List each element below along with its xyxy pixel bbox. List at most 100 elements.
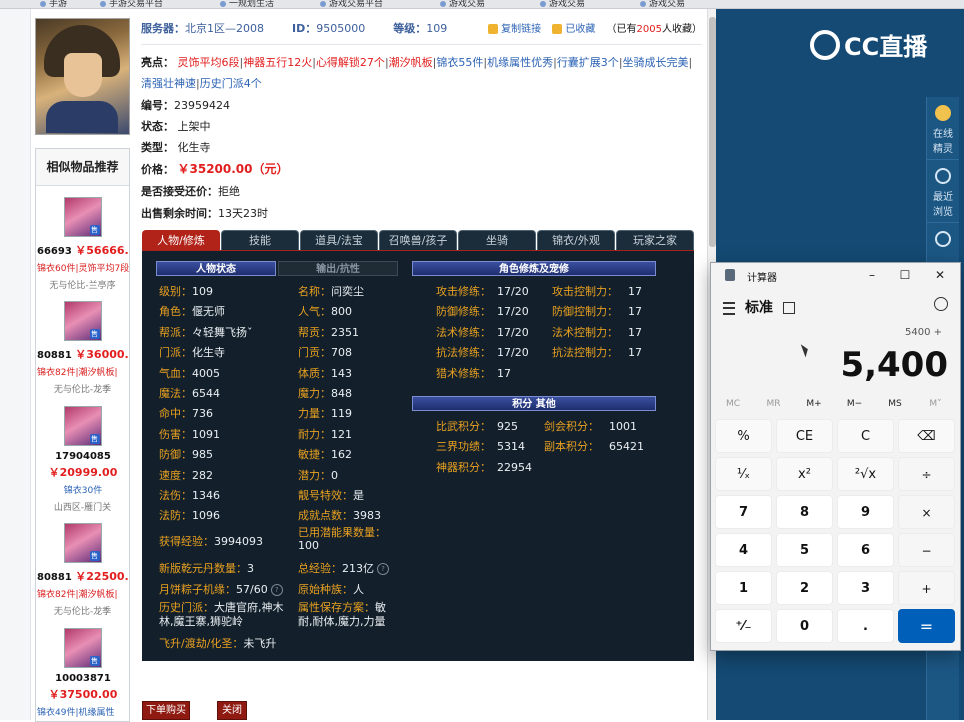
tab-items[interactable]: 道具/法宝 xyxy=(300,230,378,250)
highlight-tag[interactable]: 潮汐帆板 xyxy=(389,56,433,69)
item-thumbnail[interactable]: 售 xyxy=(63,628,102,668)
plus-button[interactable]: + xyxy=(898,571,955,605)
favorite-button[interactable]: 已收藏 xyxy=(552,24,595,35)
digit-8-button[interactable]: 8 xyxy=(776,495,833,529)
link-icon xyxy=(488,24,499,34)
reciprocal-button[interactable]: ¹⁄ₓ xyxy=(715,457,772,491)
cc-logo: CC直播 xyxy=(810,27,927,63)
keep-on-top-icon[interactable] xyxy=(783,302,795,314)
calculator-icon xyxy=(725,269,735,281)
backspace-button[interactable]: ⌫ xyxy=(898,419,955,453)
divide-button[interactable]: ÷ xyxy=(898,457,955,491)
digit-3-button[interactable]: 3 xyxy=(837,571,894,605)
maximize-icon[interactable]: ☐ xyxy=(894,267,916,283)
digit-4-button[interactable]: 4 xyxy=(715,533,772,567)
item-thumbnail[interactable]: 售 xyxy=(63,301,102,341)
browser-tab[interactable]: 游戏交易 xyxy=(440,0,485,8)
favicon-icon xyxy=(440,0,446,7)
browser-tab[interactable]: 游戏交易 xyxy=(640,0,685,8)
memory-button[interactable]: MS xyxy=(875,399,915,409)
square-button[interactable]: x² xyxy=(776,457,833,491)
highlight-tag[interactable]: 锦衣55件 xyxy=(436,56,483,69)
browser-tab[interactable]: 一规划生活 xyxy=(220,0,274,8)
highlight-tag[interactable]: 历史门派4个 xyxy=(200,77,262,90)
digit-7-button[interactable]: 7 xyxy=(715,495,772,529)
history-school-row: 历史门派：大唐官府,神木 林,魔王寨,狮驼岭 xyxy=(159,601,284,628)
digit-6-button[interactable]: 6 xyxy=(837,533,894,567)
minimize-icon[interactable]: – xyxy=(861,267,883,283)
close-button[interactable]: 关闭 xyxy=(217,701,247,720)
favicon-icon xyxy=(540,0,546,7)
highlight-tag[interactable]: 灵饰平均6段 xyxy=(178,56,240,69)
help-icon[interactable]: ? xyxy=(270,584,283,596)
sidebar-more-button[interactable] xyxy=(927,223,959,264)
browser-tab[interactable]: 手游交易平台 xyxy=(100,0,163,8)
stat-row: 耐力：121 xyxy=(298,427,352,441)
clear-button[interactable]: C xyxy=(837,419,894,453)
section-output-resist[interactable]: 输出/抗性 xyxy=(278,261,398,276)
sqrt-button[interactable]: ²√x xyxy=(837,457,894,491)
section-cultivation: 角色修炼及宠修 xyxy=(412,261,656,276)
highlight-tag[interactable]: 心得解锁27个 xyxy=(316,56,385,69)
digit-9-button[interactable]: 9 xyxy=(837,495,894,529)
memory-button[interactable]: M+ xyxy=(794,399,834,409)
decimal-button[interactable]: . xyxy=(837,609,894,643)
browser-tab[interactable]: 游戏交易平台 xyxy=(320,0,383,8)
menu-icon[interactable] xyxy=(723,301,735,315)
highlight-tag[interactable]: 坐骑成长完美 xyxy=(623,56,689,69)
total-exp-row: 总经验：213亿? xyxy=(298,560,389,576)
highlight-tag[interactable]: 清强壮神速 xyxy=(141,77,196,90)
tab-mounts[interactable]: 坐骑 xyxy=(458,230,536,250)
digit-0-button[interactable]: 0 xyxy=(776,609,833,643)
highlight-tag[interactable]: 神器五行12火 xyxy=(243,56,312,69)
copy-link-button[interactable]: 复制链接 xyxy=(488,24,541,35)
memory-button[interactable]: MR xyxy=(754,399,794,409)
tab-home[interactable]: 玩家之家 xyxy=(616,230,694,250)
memory-button[interactable]: M˅ xyxy=(916,399,956,409)
section-character-status[interactable]: 人物状态 xyxy=(156,261,276,276)
similar-item[interactable]: 售 66693 ￥56666.00 锦衣60件|灵饰平均7段 无与伦比-兰亭序 xyxy=(36,197,129,291)
tab-pets[interactable]: 召唤兽/孩子 xyxy=(379,230,457,250)
similar-item[interactable]: 售 17904085 ￥20999.00 锦衣30件 山西区-雁门关 xyxy=(36,406,129,513)
tab-outfits[interactable]: 锦衣/外观 xyxy=(537,230,615,250)
minus-button[interactable]: − xyxy=(898,533,955,567)
calculator-mode[interactable]: 标准 xyxy=(723,297,795,317)
tab-character[interactable]: 人物/修炼 xyxy=(142,230,220,250)
memory-button[interactable]: MC xyxy=(713,399,753,409)
browser-tab[interactable]: 手游 xyxy=(40,0,67,8)
multiply-button[interactable]: × xyxy=(898,495,955,529)
highlight-tag[interactable]: 机缘属性优秀 xyxy=(487,56,553,69)
memory-button[interactable]: M− xyxy=(835,399,875,409)
percent-button[interactable]: % xyxy=(715,419,772,453)
stat-row: 成就点数：3983 xyxy=(298,509,381,523)
similar-item[interactable]: 售 80881 ￥36000.00 锦衣82件|潮汐帆板| 无与伦比-龙季 xyxy=(36,301,129,395)
highlight-tag[interactable]: 行囊扩展3个 xyxy=(557,56,619,69)
item-thumbnail[interactable]: 售 xyxy=(63,197,102,237)
scrollbar-thumb[interactable] xyxy=(709,17,716,247)
history-icon[interactable] xyxy=(934,297,948,311)
online-sprite-button[interactable]: 在线 精灵 xyxy=(927,97,959,160)
recent-browse-button[interactable]: 最近 浏览 xyxy=(927,160,959,223)
digit-1-button[interactable]: 1 xyxy=(715,571,772,605)
help-icon[interactable]: ? xyxy=(377,563,389,575)
star-icon xyxy=(552,24,563,34)
stat-row: 帮贡：2351 xyxy=(298,325,359,339)
browser-tab[interactable]: 游戏交易 xyxy=(540,0,585,8)
item-thumbnail[interactable]: 售 xyxy=(63,406,102,446)
negate-button[interactable]: ⁺⁄₋ xyxy=(715,609,772,643)
stat-row: 角色：偃无师 xyxy=(159,305,225,319)
similar-item[interactable]: 售 10003871 ￥37500.00 锦衣49件|机缘属性 xyxy=(36,628,129,718)
equals-button[interactable]: = xyxy=(898,609,955,643)
close-icon[interactable]: ✕ xyxy=(929,267,951,283)
calculator-titlebar[interactable]: 计算器 – ☐ ✕ xyxy=(711,263,960,289)
id-value: 9505000 xyxy=(316,22,366,35)
item-thumbnail[interactable]: 售 xyxy=(63,523,102,563)
digit-5-button[interactable]: 5 xyxy=(776,533,833,567)
favicon-icon xyxy=(320,0,326,7)
clear-entry-button[interactable]: CE xyxy=(776,419,833,453)
buy-button[interactable]: 下单购买 xyxy=(142,701,190,720)
digit-2-button[interactable]: 2 xyxy=(776,571,833,605)
similar-item[interactable]: 售 80881 ￥22500.00 锦衣82件|潮汐帆板| 无与伦比-龙季 xyxy=(36,523,129,617)
tab-skills[interactable]: 技能 xyxy=(221,230,299,250)
points-row: 比武积分： 925 xyxy=(436,420,518,433)
